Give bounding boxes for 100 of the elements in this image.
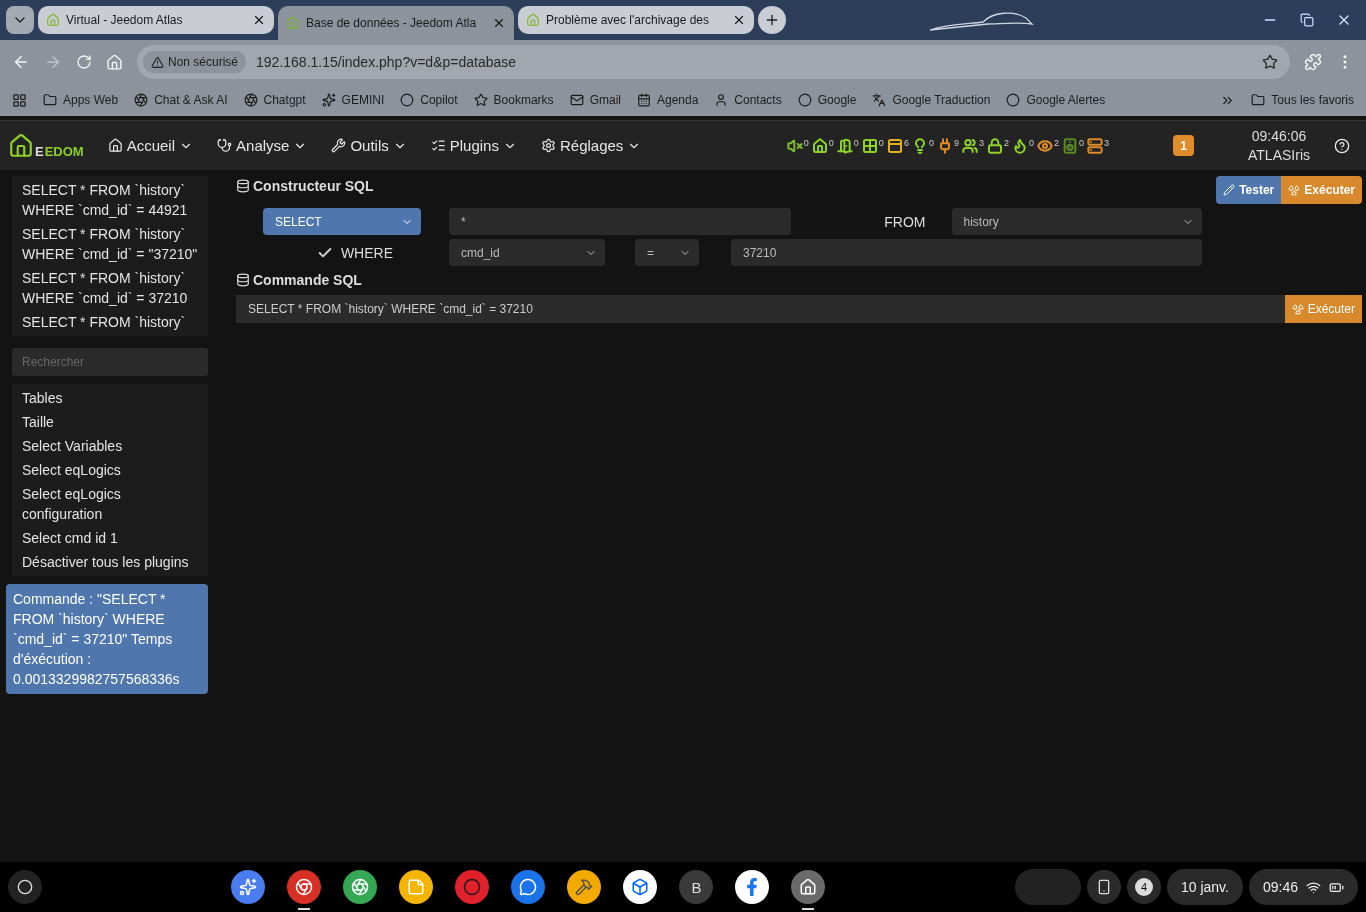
shortcut-item[interactable]: Désactiver tous les plugins <box>12 550 208 574</box>
summary-lock-icon[interactable] <box>986 137 1003 154</box>
summary-door-icon[interactable] <box>836 137 853 154</box>
history-entry[interactable]: SELECT * FROM `history` WHERE `cmd_id` = "37210" <box>12 222 208 266</box>
operation-select[interactable]: SELECT <box>263 208 421 235</box>
address-field[interactable]: Non sécurisé 192.168.1.15/index.php?v=d&p=database <box>137 45 1290 79</box>
bookmark-link[interactable]: Bookmarks <box>473 93 554 107</box>
shortcut-item[interactable]: Select eqLogics configuration <box>12 482 208 526</box>
nav-menu[interactable]: Réglages <box>540 137 642 154</box>
summary-count: 0 <box>928 137 934 148</box>
status-area[interactable]: 09:46 <box>1248 869 1358 905</box>
phone-button[interactable] <box>1086 870 1121 904</box>
bookmark-link[interactable]: Chatgpt <box>243 93 306 107</box>
summary-count: 6 <box>903 137 909 148</box>
history-entry[interactable]: SELECT * FROM `history` WHERE `cmd_id` = 37210 <box>12 266 208 310</box>
shortcut-item[interactable]: Select eqLogics <box>12 458 208 482</box>
close-icon[interactable] <box>252 13 266 27</box>
operator-select[interactable]: = <box>635 239 699 266</box>
chat-bubble-icon[interactable] <box>511 870 546 904</box>
shortcut-item[interactable]: Select Variables <box>12 434 208 458</box>
bookmark-link[interactable]: GEMINI <box>321 93 385 107</box>
circle-icon <box>1006 93 1021 107</box>
summary-count: 3 <box>1104 137 1109 148</box>
f-logo-icon[interactable] <box>735 870 770 904</box>
tab-search-button[interactable] <box>6 6 34 34</box>
nav-menu[interactable]: Analyse <box>217 137 308 154</box>
summary-eye-icon[interactable] <box>1036 137 1053 154</box>
note-icon[interactable] <box>399 870 434 904</box>
fields-input[interactable]: * <box>449 208 791 235</box>
bookmark-folder[interactable]: Tous les favoris <box>1251 93 1354 107</box>
search-field[interactable]: Rechercher <box>12 348 208 376</box>
security-chip[interactable]: Non sécurisé <box>143 51 247 73</box>
back-icon[interactable] <box>12 53 30 71</box>
nav-menu[interactable]: Outils <box>331 137 407 154</box>
browser-logo-icon[interactable] <box>287 870 322 904</box>
restore-icon[interactable] <box>1300 13 1314 27</box>
bookmark-link[interactable]: Contacts <box>714 93 782 107</box>
wifi-icon <box>1306 879 1321 895</box>
close-icon[interactable] <box>492 16 506 30</box>
nav-menu[interactable]: Accueil <box>107 137 194 154</box>
column-select[interactable]: cmd_id <box>449 239 605 266</box>
bookmark-link[interactable]: Google Traduction <box>872 93 991 107</box>
letter-app-icon[interactable]: B <box>679 870 714 904</box>
home-icon[interactable] <box>106 53 123 71</box>
box-icon[interactable] <box>623 870 658 904</box>
help-icon[interactable] <box>1334 137 1350 154</box>
database-icon <box>236 179 250 193</box>
summary-flame-icon[interactable] <box>1011 137 1028 154</box>
date-button[interactable]: 10 janv. <box>1166 869 1243 905</box>
clock-time: 09:46:06 <box>1251 128 1307 144</box>
window-thumbnail[interactable] <box>1014 869 1081 905</box>
database-icon <box>236 273 250 287</box>
puzzle-icon[interactable] <box>1304 53 1322 71</box>
browser-tab[interactable]: Virtual - Jeedom Atlas <box>38 6 274 34</box>
notification-button[interactable]: 4 <box>1126 870 1161 904</box>
house-icon <box>286 16 300 30</box>
sparkle-icon[interactable] <box>231 870 266 904</box>
house-icon <box>526 13 540 27</box>
shortcut-item[interactable]: Tables <box>12 386 208 410</box>
bookmark-star-icon[interactable] <box>1262 54 1278 70</box>
nav-menu[interactable]: Plugins <box>430 137 517 154</box>
bookmark-link[interactable]: Google <box>797 93 857 107</box>
browser-tab[interactable]: Base de données - Jeedom Atla <box>278 6 514 40</box>
browser-tab[interactable]: Problème avec l'archivage des <box>518 6 754 34</box>
round-logo-icon[interactable] <box>455 870 490 904</box>
summary-home-icon[interactable] <box>811 137 828 154</box>
tab-title: Base de données - Jeedom Atla <box>306 16 478 30</box>
shortcut-item[interactable]: Select cmd id 1 <box>12 526 208 550</box>
value-input[interactable]: 37210 <box>731 239 1202 266</box>
shortcut-item[interactable]: Taille <box>12 410 208 434</box>
summary-people-icon[interactable] <box>961 137 978 154</box>
reload-icon[interactable] <box>76 54 92 70</box>
new-tab-button[interactable] <box>758 6 786 34</box>
bookmark-link[interactable]: Google Alertes <box>1006 93 1106 107</box>
apps-grid-icon[interactable] <box>12 92 27 108</box>
logo[interactable]: EEDOM <box>8 132 84 159</box>
tools-icon[interactable] <box>567 870 602 904</box>
summary-shutter-icon[interactable] <box>886 137 903 154</box>
bookmark-link[interactable]: Chat & Ask AI <box>134 93 228 107</box>
table-select[interactable]: history <box>951 208 1202 235</box>
summary-mute-icon[interactable] <box>786 137 803 154</box>
summary-count: 0 <box>803 137 809 148</box>
result-message: Commande : "SELECT * FROM `history` WHERE `cmd_id` = 37210" Temps d'éxécution : 0.0013329982757568336s <box>6 584 208 694</box>
star-icon <box>473 93 488 107</box>
summary-server-icon[interactable] <box>1087 137 1103 154</box>
bookmark-link[interactable]: Agenda <box>636 93 699 107</box>
command-field[interactable]: SELECT * FROM `history` WHERE `cmd_id` = 37210 Exécuter <box>236 295 1362 323</box>
close-icon[interactable] <box>732 13 746 27</box>
section-title: Constructeur SQL <box>253 178 374 194</box>
bookmark-link[interactable]: Copilot <box>400 93 458 107</box>
test-button[interactable]: Tester <box>1216 176 1282 204</box>
launcher-button[interactable] <box>8 870 42 904</box>
house-icon[interactable] <box>791 870 826 904</box>
history-entry[interactable]: SELECT * FROM `history` <box>12 310 208 334</box>
bookmark-link[interactable]: Gmail <box>569 93 621 107</box>
section-title: Commande SQL <box>253 272 362 288</box>
summary-window-icon[interactable] <box>861 137 878 154</box>
summary-speaker-icon[interactable] <box>1062 137 1078 154</box>
bookmark-link[interactable]: Apps Web <box>43 93 119 107</box>
history-entry[interactable]: SELECT * FROM `history` WHERE `cmd_id` = 44921 <box>12 178 208 222</box>
